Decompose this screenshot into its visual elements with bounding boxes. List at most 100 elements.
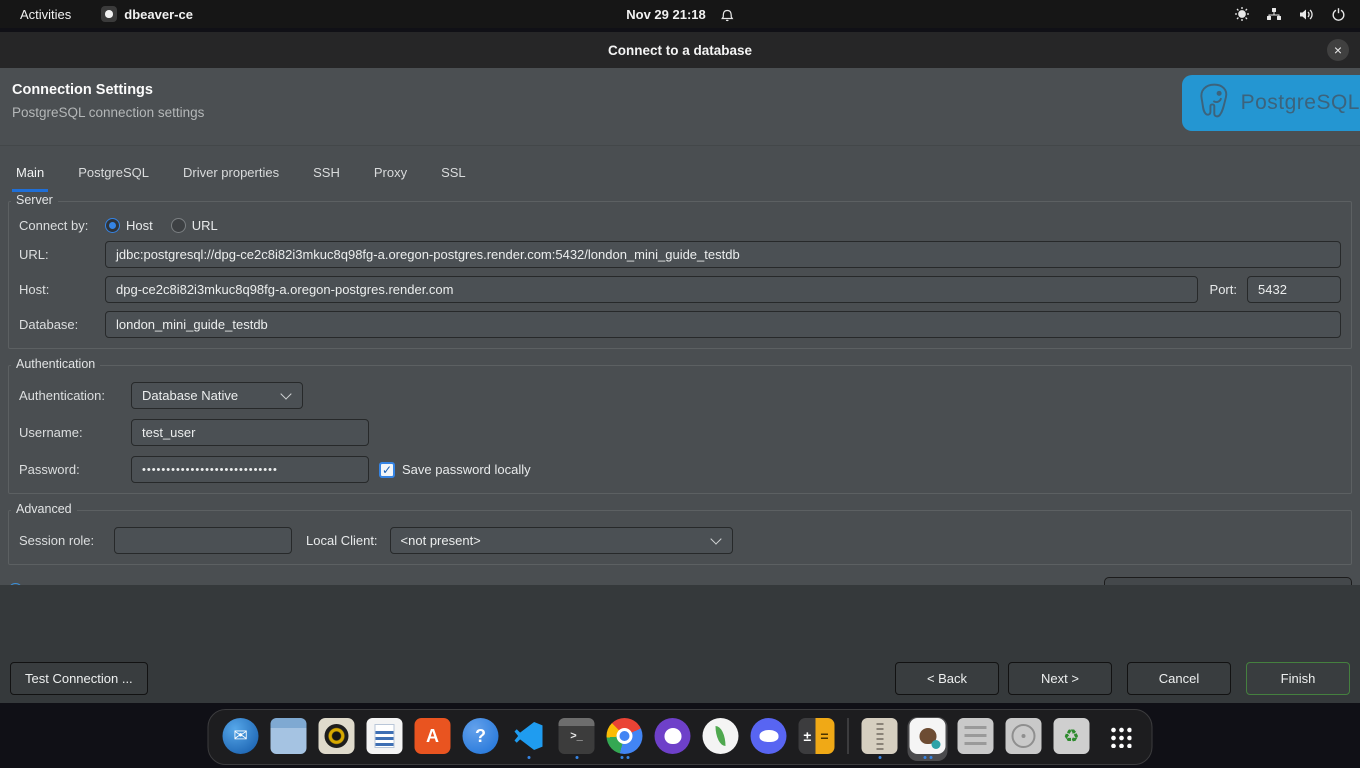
tab-postgresql[interactable]: PostgreSQL [74, 157, 153, 192]
activities-button[interactable]: Activities [16, 5, 75, 24]
radio-host-control[interactable] [105, 218, 120, 233]
help-icon [463, 718, 499, 754]
cancel-button[interactable]: Cancel [1127, 662, 1231, 695]
dock-item-disks[interactable] [1004, 717, 1044, 761]
disks-icon [1006, 718, 1042, 754]
radio-host[interactable]: Host [105, 218, 153, 233]
archive-icon [862, 718, 898, 754]
local-client-select[interactable]: <not present> [390, 527, 733, 554]
host-input[interactable]: dpg-ce2c8i82i3mkuc8q98fg-a.oregon-postgr… [105, 276, 1198, 303]
discord-icon [751, 718, 787, 754]
next-button[interactable]: Next > [1008, 662, 1112, 695]
tab-ssl[interactable]: SSL [437, 157, 470, 192]
server-group-label: Server [11, 193, 58, 207]
writer-icon [367, 718, 403, 754]
dock-item-github[interactable] [653, 717, 693, 761]
dock-item-archive[interactable] [860, 717, 900, 761]
tab-driver-properties[interactable]: Driver properties [179, 157, 283, 192]
dialog-header: Connection Settings PostgreSQL connectio… [0, 68, 1360, 146]
close-icon[interactable]: × [1327, 39, 1349, 61]
dock-item-settings[interactable] [956, 717, 996, 761]
clock-menu[interactable]: Nov 29 21:18 [626, 7, 734, 22]
username-label: Username: [19, 425, 131, 440]
finish-button[interactable]: Finish [1246, 662, 1350, 695]
mongodb-icon [703, 718, 739, 754]
radio-url-label: URL [192, 218, 218, 233]
clock-label: Nov 29 21:18 [626, 7, 706, 22]
appgrid-icon [1102, 718, 1138, 754]
trash-icon [1054, 718, 1090, 754]
radio-url[interactable]: URL [171, 218, 218, 233]
dbeaver-icon [910, 718, 946, 754]
back-button[interactable]: < Back [895, 662, 999, 695]
username-input[interactable]: test_user [131, 419, 369, 446]
page-title: Connection Settings [12, 82, 1360, 98]
dock-item-writer[interactable] [365, 717, 405, 761]
password-input[interactable]: •••••••••••••••••••••••••••• [131, 456, 369, 483]
thunderbird-icon [223, 718, 259, 754]
settings-icon [958, 718, 994, 754]
local-client-value: <not present> [401, 533, 481, 548]
radio-url-control[interactable] [171, 218, 186, 233]
host-label: Host: [19, 282, 105, 297]
dock-item-mongodb[interactable] [701, 717, 741, 761]
chrome-icon [607, 718, 643, 754]
dock-item-vscode[interactable] [509, 717, 549, 761]
chevron-down-icon [280, 388, 291, 399]
chevron-down-icon [710, 533, 721, 544]
volume-icon [1298, 7, 1315, 22]
dock-item-terminal[interactable] [557, 717, 597, 761]
connect-database-dialog: Connect to a database × Connection Setti… [0, 32, 1360, 703]
dock [208, 709, 1153, 765]
tab-ssh[interactable]: SSH [309, 157, 344, 192]
dock-item-thunderbird[interactable] [221, 717, 261, 761]
dock-item-appgrid[interactable] [1100, 717, 1140, 761]
authentication-group: Authentication Authentication: Database … [8, 365, 1352, 494]
running-indicator [527, 754, 530, 761]
server-group: Server Connect by: Host URL URL: jdbc:po… [8, 201, 1352, 349]
authentication-group-label: Authentication [11, 357, 100, 371]
dock-item-dbeaver[interactable] [908, 717, 948, 761]
dock-item-discord[interactable] [749, 717, 789, 761]
elephant-icon [1194, 81, 1235, 125]
dock-item-trash[interactable] [1052, 717, 1092, 761]
tab-proxy[interactable]: Proxy [370, 157, 411, 192]
dock-item-help[interactable] [461, 717, 501, 761]
dock-item-software[interactable] [413, 717, 453, 761]
advanced-row: Session role: Local Client: <not present… [19, 527, 1341, 554]
host-row: Host: dpg-ce2c8i82i3mkuc8q98fg-a.oregon-… [19, 276, 1341, 303]
network-icon [1266, 7, 1282, 22]
database-row: Database: london_mini_guide_testdb [19, 311, 1341, 338]
username-row: Username: test_user [19, 419, 1341, 446]
dock-item-chrome[interactable] [605, 717, 645, 761]
session-role-input[interactable] [114, 527, 292, 554]
dock-item-rhythmbox[interactable] [317, 717, 357, 761]
tab-main[interactable]: Main [12, 157, 48, 192]
test-connection-button[interactable]: Test Connection ... [10, 662, 148, 695]
url-label: URL: [19, 247, 105, 262]
calculator-icon [799, 718, 835, 754]
power-icon [1331, 7, 1346, 22]
advanced-group-label: Advanced [11, 502, 77, 516]
session-role-label: Session role: [19, 533, 114, 548]
bell-icon [720, 7, 734, 22]
connect-by-row: Connect by: Host URL [19, 218, 1341, 233]
main-tab-content: Main PostgreSQL Driver properties SSH Proxy S… [0, 146, 1360, 585]
dock-item-files[interactable] [269, 717, 309, 761]
focused-app[interactable]: dbeaver-ce [101, 6, 193, 22]
port-input[interactable]: 5432 [1247, 276, 1341, 303]
tab-bar: Main PostgreSQL Driver properties SSH Proxy S… [0, 154, 1360, 192]
dock-item-calculator[interactable] [797, 717, 837, 761]
url-row: URL: jdbc:postgresql://dpg-ce2c8i82i3mku… [19, 241, 1341, 268]
system-tray[interactable] [1234, 6, 1360, 22]
password-row: Password: •••••••••••••••••••••••••••• ✓… [19, 456, 1341, 483]
dialog-button-bar: Test Connection ... < Back Next > Cancel… [0, 585, 1360, 703]
auth-type-select[interactable]: Database Native [131, 382, 303, 409]
dialog-titlebar[interactable]: Connect to a database × [0, 32, 1360, 68]
advanced-group: Advanced Session role: Local Client: <no… [8, 510, 1352, 565]
save-password-checkbox[interactable]: ✓ [379, 462, 395, 478]
rhythmbox-icon [319, 718, 355, 754]
url-input[interactable]: jdbc:postgresql://dpg-ce2c8i82i3mkuc8q98… [105, 241, 1341, 268]
database-input[interactable]: london_mini_guide_testdb [105, 311, 1341, 338]
page-subtitle: PostgreSQL connection settings [12, 105, 1360, 120]
